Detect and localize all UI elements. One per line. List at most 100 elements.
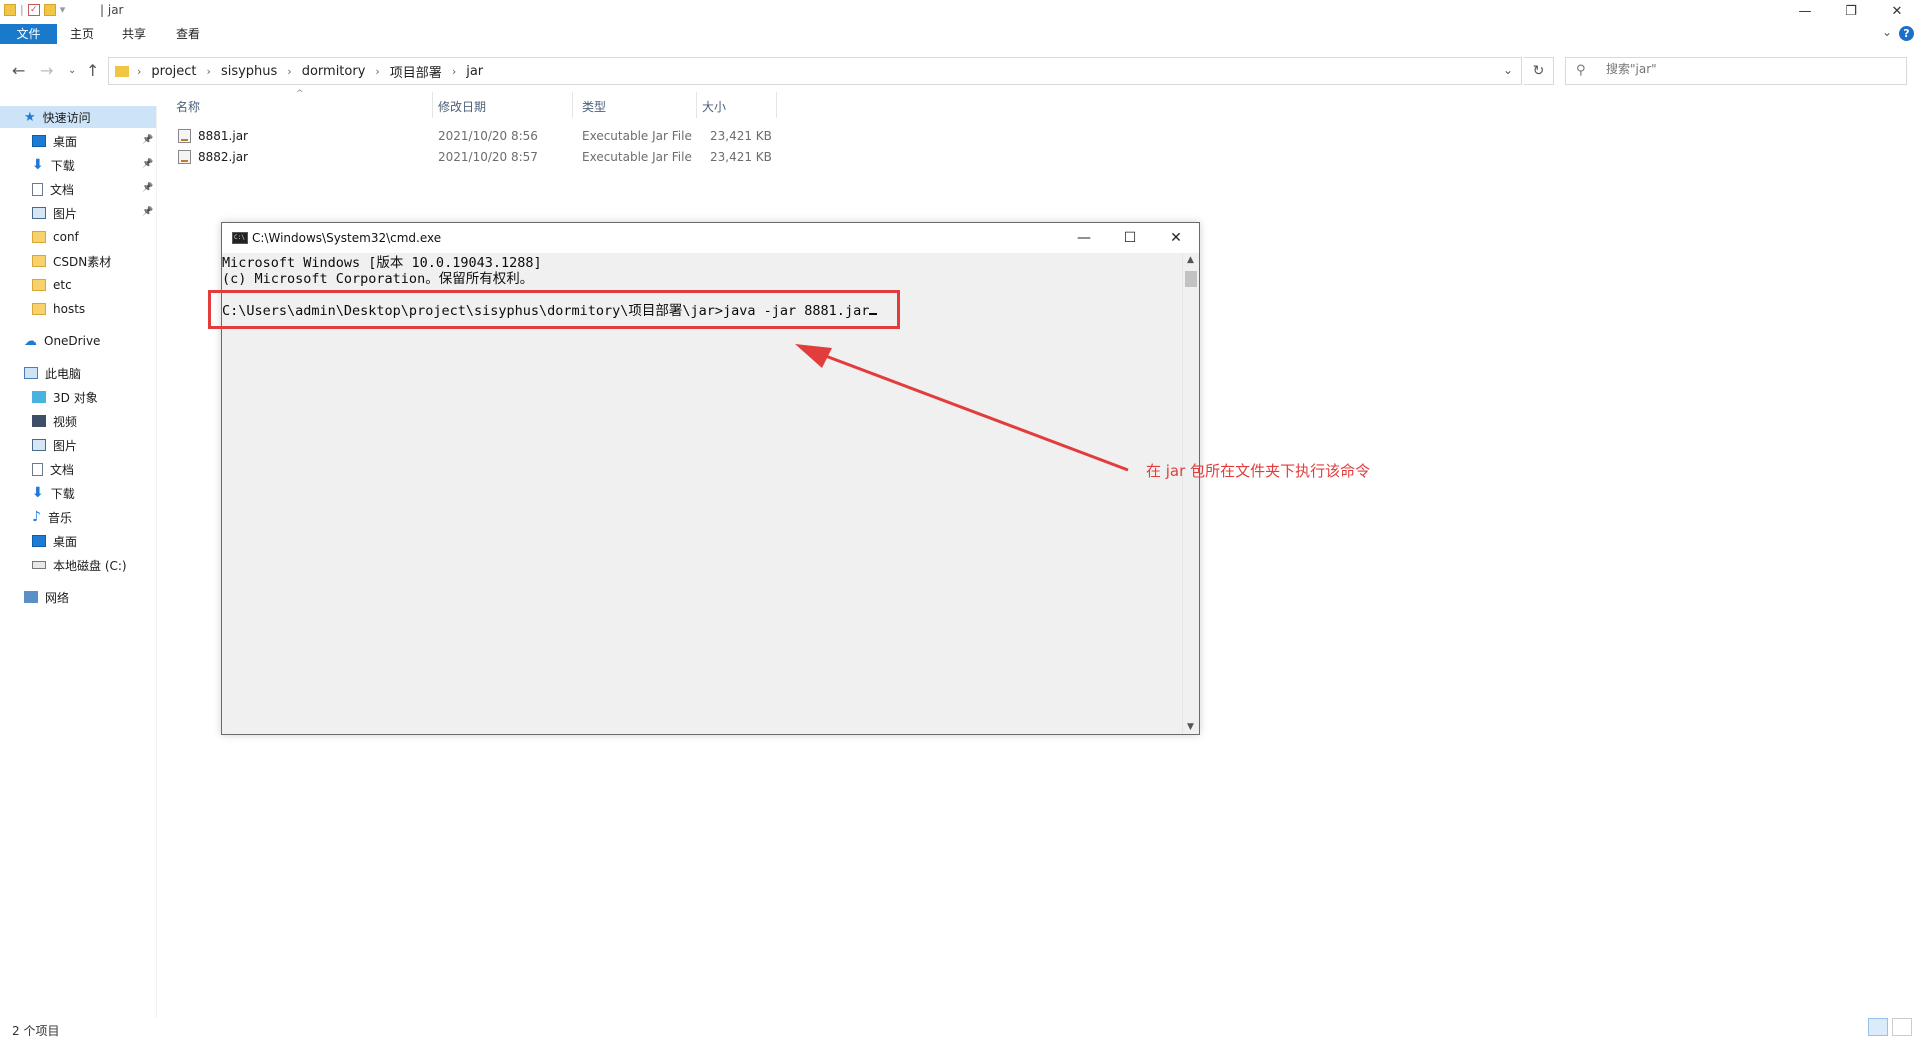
cmd-close-button[interactable]: ✕	[1153, 223, 1199, 253]
sidebar-item[interactable]: ★ 快速访问	[0, 106, 156, 128]
column-header-size[interactable]: 大小	[702, 98, 726, 115]
properties-icon[interactable]: ✓	[27, 3, 40, 16]
sidebar-item[interactable]: 桌面 📌	[0, 130, 156, 152]
column-divider[interactable]	[572, 92, 573, 118]
breadcrumb-dormitory[interactable]: dormitory	[302, 64, 366, 79]
view-toggle	[1868, 1018, 1912, 1036]
back-arrow-icon[interactable]: ←	[12, 61, 25, 80]
sidebar-item[interactable]: 桌面	[0, 530, 156, 552]
cmd-maximize-button[interactable]: ☐	[1107, 223, 1153, 253]
picture-icon	[32, 207, 46, 219]
address-dropdown-icon[interactable]: ⌄	[1503, 63, 1513, 77]
chevron-right-icon[interactable]: ›	[452, 65, 456, 78]
sidebar-item[interactable]: ⬇ 下载 📌	[0, 154, 156, 176]
breadcrumb-deploy[interactable]: 项目部署	[390, 62, 442, 81]
document-icon	[32, 462, 43, 476]
sidebar-item-label: 音乐	[47, 510, 72, 525]
customize-toolbar-icon[interactable]: ▾	[60, 3, 66, 16]
column-header-name[interactable]: 名称	[176, 98, 200, 115]
file-size: 23,421 KB	[710, 150, 772, 164]
sidebar-item[interactable]: ⬇ 下载	[0, 482, 156, 504]
item-count: 2 个项目	[12, 1024, 60, 1038]
recent-locations-icon[interactable]: ⌄	[68, 65, 76, 76]
cmd-title-bar[interactable]: C:\ C:\Windows\System32\cmd.exe — ☐ ✕	[222, 223, 1199, 253]
sidebar-item[interactable]: 此电脑	[0, 362, 156, 384]
tab-home[interactable]: 主页	[70, 24, 94, 44]
new-folder-icon[interactable]	[43, 3, 56, 16]
sidebar-item[interactable]: ☁ OneDrive	[0, 330, 156, 352]
details-view-icon[interactable]	[1868, 1018, 1888, 1036]
sidebar-item-label: 桌面	[53, 534, 78, 549]
sidebar-item[interactable]: 文档 📌	[0, 178, 156, 200]
folder-icon	[32, 255, 46, 267]
cmd-window-controls: — ☐ ✕	[1061, 223, 1199, 253]
chevron-right-icon[interactable]: ›	[137, 65, 141, 78]
jar-file-icon	[178, 129, 191, 143]
sidebar-item[interactable]: hosts	[0, 298, 156, 320]
sidebar-item-label: 下载	[50, 486, 75, 501]
chevron-right-icon[interactable]: ›	[287, 65, 291, 78]
folder-icon	[115, 65, 129, 77]
close-button[interactable]: ✕	[1874, 0, 1920, 22]
breadcrumb-project[interactable]: project	[151, 64, 196, 79]
sidebar-item[interactable]: etc	[0, 274, 156, 296]
column-divider[interactable]	[432, 92, 433, 118]
column-header-date[interactable]: 修改日期	[438, 98, 486, 115]
sidebar-item-label: 本地磁盘 (C:)	[53, 558, 127, 573]
chevron-right-icon[interactable]: ›	[375, 65, 379, 78]
chevron-right-icon[interactable]: ›	[207, 65, 211, 78]
sidebar-item[interactable]: 图片 📌	[0, 202, 156, 224]
sidebar-item[interactable]: 网络	[0, 586, 156, 608]
tab-share[interactable]: 共享	[122, 24, 146, 44]
breadcrumb-sisyphus[interactable]: sisyphus	[221, 64, 277, 79]
column-divider[interactable]	[696, 92, 697, 118]
sidebar-item-label: hosts	[53, 302, 86, 316]
sidebar-item[interactable]: ♪ 音乐	[0, 506, 156, 528]
file-row[interactable]: 8882.jar 2021/10/20 8:57 Executable Jar …	[176, 147, 776, 167]
address-bar[interactable]: › project › sisyphus › dormitory › 项目部署 …	[108, 57, 1522, 85]
sidebar-item-label: 此电脑	[45, 366, 82, 381]
scroll-up-icon[interactable]: ▲	[1187, 255, 1194, 265]
sidebar-item[interactable]: 本地磁盘 (C:)	[0, 554, 156, 576]
column-divider[interactable]	[776, 92, 777, 118]
file-name: 8882.jar	[198, 150, 248, 164]
sidebar-item[interactable]: conf	[0, 226, 156, 248]
sidebar-item[interactable]: 3D 对象	[0, 386, 156, 408]
vertical-scrollbar[interactable]: ▲ ▼	[1182, 253, 1199, 734]
up-arrow-icon[interactable]: ↑	[86, 61, 99, 80]
search-input[interactable]	[1606, 62, 1896, 76]
expand-ribbon-icon[interactable]: ⌄	[1882, 25, 1892, 39]
scroll-down-icon[interactable]: ▼	[1187, 722, 1194, 732]
minimize-button[interactable]: —	[1782, 0, 1828, 22]
sidebar-item-label: etc	[53, 278, 72, 292]
cmd-minimize-button[interactable]: —	[1061, 223, 1107, 253]
annotation-highlight-box	[208, 290, 900, 329]
forward-arrow-icon[interactable]: →	[40, 61, 53, 80]
tab-file[interactable]: 文件	[0, 24, 57, 44]
sidebar-item[interactable]: CSDN素材	[0, 250, 156, 272]
refresh-button[interactable]: ↻	[1524, 57, 1554, 85]
desktop-icon	[32, 535, 46, 547]
folder-icon	[32, 279, 46, 291]
search-box[interactable]: ⚲	[1565, 57, 1907, 85]
console-line: Microsoft Windows [版本 10.0.19043.1288]	[222, 255, 542, 271]
document-icon	[32, 182, 43, 196]
help-icon[interactable]: ?	[1899, 26, 1914, 41]
breadcrumb-jar[interactable]: jar	[466, 64, 483, 79]
file-name: 8881.jar	[198, 129, 248, 143]
window-controls: — ❐ ✕	[1782, 0, 1920, 22]
scroll-thumb[interactable]	[1185, 271, 1197, 287]
ribbon-tabs: 文件 主页 共享 查看 ⌄ ?	[0, 22, 1920, 46]
large-icons-view-icon[interactable]	[1892, 1018, 1912, 1036]
column-header-type[interactable]: 类型	[582, 98, 606, 115]
video-icon	[32, 415, 46, 427]
sidebar-item[interactable]: 视频	[0, 410, 156, 432]
window-title: | jar	[100, 3, 124, 17]
sidebar-item-label: 图片	[53, 438, 78, 453]
tab-view[interactable]: 查看	[176, 24, 200, 44]
sidebar-item[interactable]: 文档	[0, 458, 156, 480]
file-row[interactable]: 8881.jar 2021/10/20 8:56 Executable Jar …	[176, 126, 776, 146]
maximize-button[interactable]: ❐	[1828, 0, 1874, 22]
pin-icon: 📌	[142, 159, 154, 169]
sidebar-item[interactable]: 图片	[0, 434, 156, 456]
